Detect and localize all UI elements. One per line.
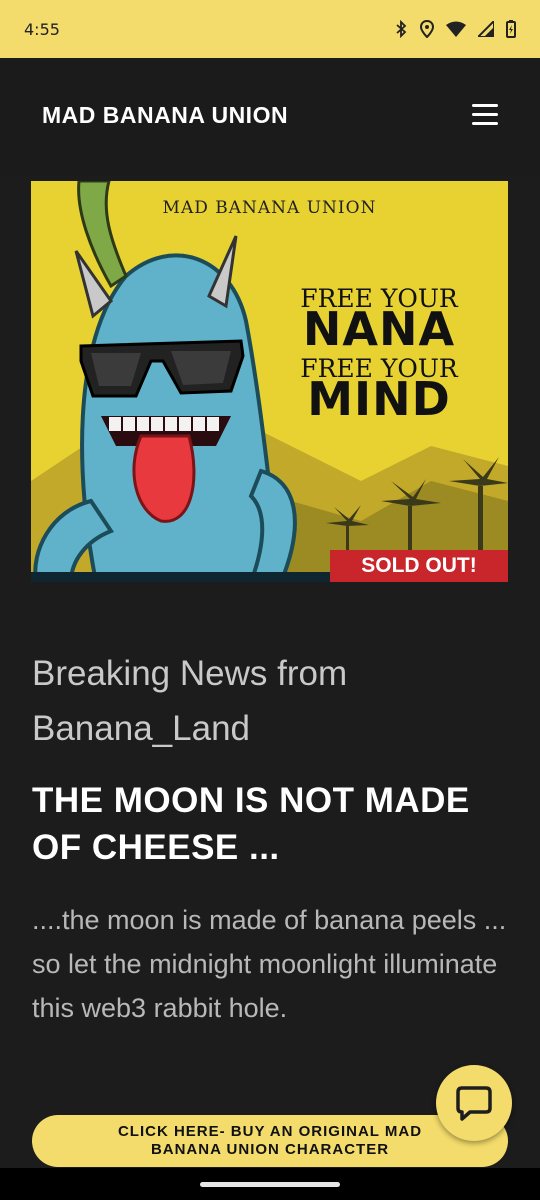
hero-line-4: MIND xyxy=(307,372,451,426)
section-title: Breaking News from Banana_Land xyxy=(32,654,348,748)
hero-line-2: NANA xyxy=(302,302,456,356)
chat-button[interactable] xyxy=(436,1065,512,1141)
hero-brand-text: MAD BANANA UNION xyxy=(162,198,377,218)
hero-banner: MAD BANANA UNION FREE YOUR NANA FREE YOU… xyxy=(31,181,508,582)
hamburger-menu-icon[interactable] xyxy=(472,104,498,126)
chat-bubble-icon xyxy=(456,1086,492,1121)
home-gesture-handle[interactable] xyxy=(200,1182,340,1187)
battery-icon xyxy=(506,20,516,38)
article-headline: THE MOON IS NOT MADE OF CHEESE ... xyxy=(32,781,470,867)
site-brand[interactable]: MAD BANANA UNION xyxy=(42,102,288,129)
status-icons xyxy=(394,20,516,38)
buy-character-button[interactable]: CLICK HERE- BUY AN ORIGINAL MAD BANANA U… xyxy=(32,1115,508,1167)
wifi-icon xyxy=(446,21,466,37)
sold-out-badge: SOLD OUT! xyxy=(330,550,508,582)
article-body: ....the moon is made of banana peels ...… xyxy=(32,905,507,1023)
system-nav-bar xyxy=(0,1168,540,1200)
signal-icon xyxy=(478,21,494,37)
status-time: 4:55 xyxy=(24,19,60,39)
status-bar: 4:55 xyxy=(0,0,540,58)
site-header: MAD BANANA UNION xyxy=(0,58,540,176)
bluetooth-icon xyxy=(396,20,407,38)
location-icon xyxy=(420,20,434,38)
